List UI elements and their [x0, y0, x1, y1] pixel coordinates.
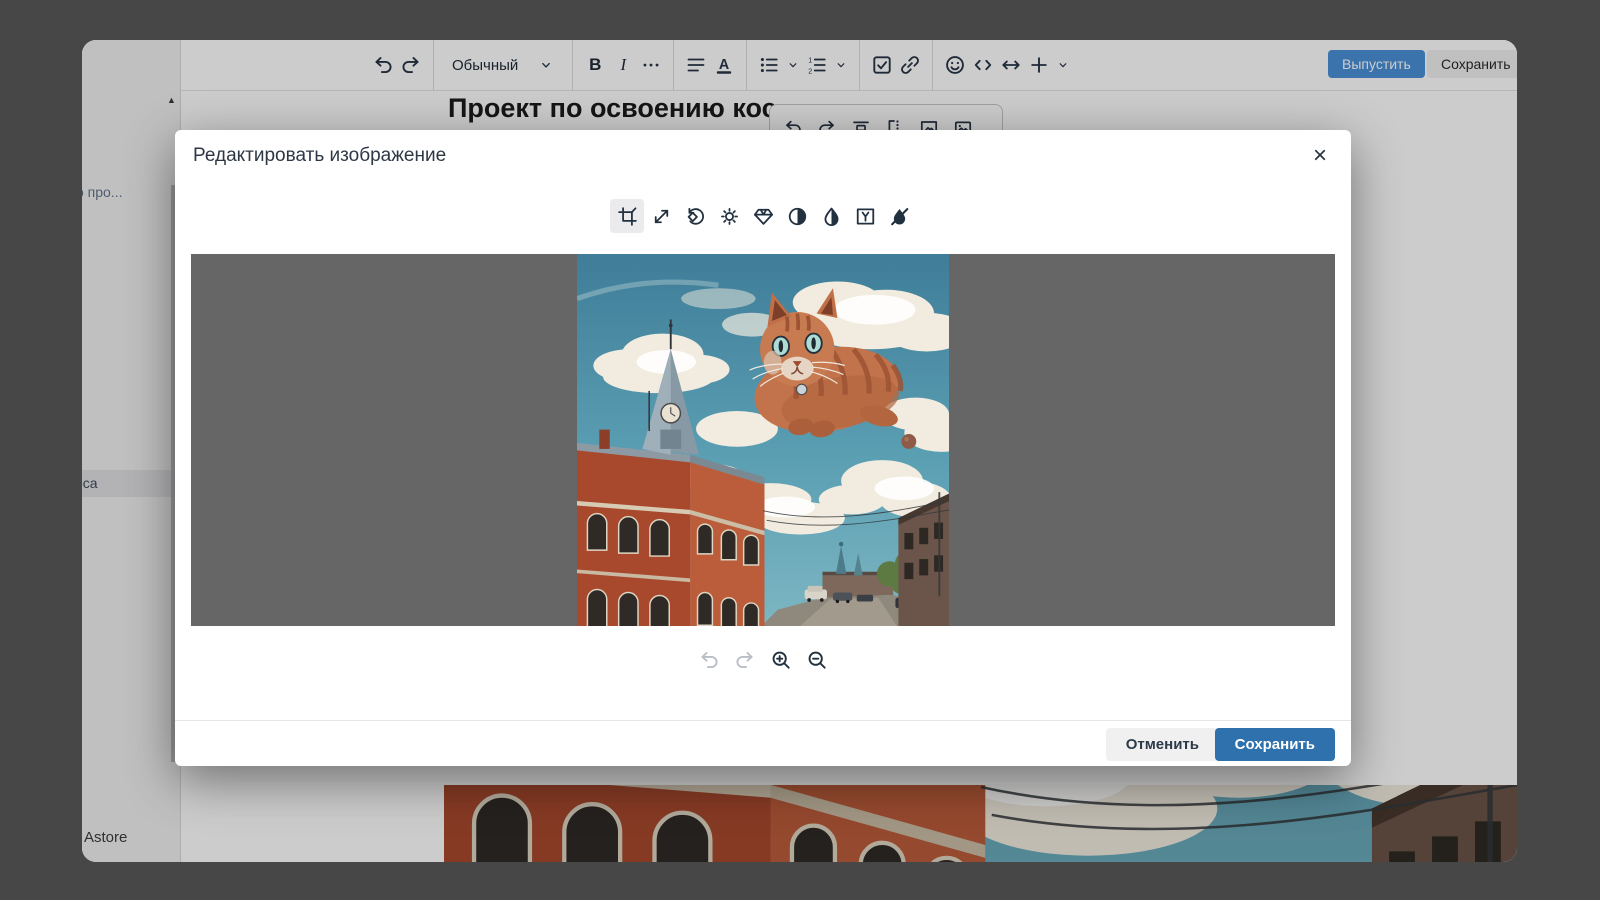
zoom-out-button[interactable]: [801, 644, 833, 676]
blur-off-tool-button[interactable]: [882, 199, 916, 233]
desktop-background: ▲ о про... оса Astore Обычный B I: [0, 0, 1600, 900]
edit-undo-button[interactable]: [693, 644, 725, 676]
grayscale-tool-button[interactable]: [848, 199, 882, 233]
zoom-out-icon: [806, 649, 828, 671]
cat-city-image: [577, 254, 949, 626]
grayscale-icon: [855, 206, 876, 227]
modal-title: Редактировать изображение: [193, 145, 446, 167]
cancel-button[interactable]: Отменить: [1106, 728, 1219, 761]
crop-tool-button[interactable]: [610, 199, 644, 233]
edit-image-modal: Редактировать изображение × Отменить Сох…: [175, 130, 1351, 766]
image-edit-tools: [175, 199, 1351, 233]
brightness-icon: [719, 206, 740, 227]
gem-tool-button[interactable]: [746, 199, 780, 233]
canvas-controls: [175, 644, 1351, 676]
save-button[interactable]: Сохранить: [1215, 728, 1335, 761]
saturation-icon: [821, 206, 842, 227]
zoom-in-icon: [770, 649, 792, 671]
contrast-tool-button[interactable]: [780, 199, 814, 233]
resize-tool-button[interactable]: [644, 199, 678, 233]
edit-redo-button[interactable]: [729, 644, 761, 676]
rotate-tool-button[interactable]: [678, 199, 712, 233]
close-button[interactable]: ×: [1307, 138, 1333, 174]
edit-canvas[interactable]: [191, 254, 1335, 626]
modal-footer: Отменить Сохранить: [175, 720, 1351, 766]
zoom-in-button[interactable]: [765, 644, 797, 676]
crop-icon: [617, 206, 638, 227]
resize-icon: [651, 206, 672, 227]
contrast-icon: [787, 206, 808, 227]
gem-icon: [753, 206, 774, 227]
undo-icon: [698, 649, 720, 671]
brightness-tool-button[interactable]: [712, 199, 746, 233]
blur-off-icon: [889, 206, 910, 227]
rotate-icon: [685, 206, 706, 227]
saturation-tool-button[interactable]: [814, 199, 848, 233]
redo-icon: [734, 649, 756, 671]
